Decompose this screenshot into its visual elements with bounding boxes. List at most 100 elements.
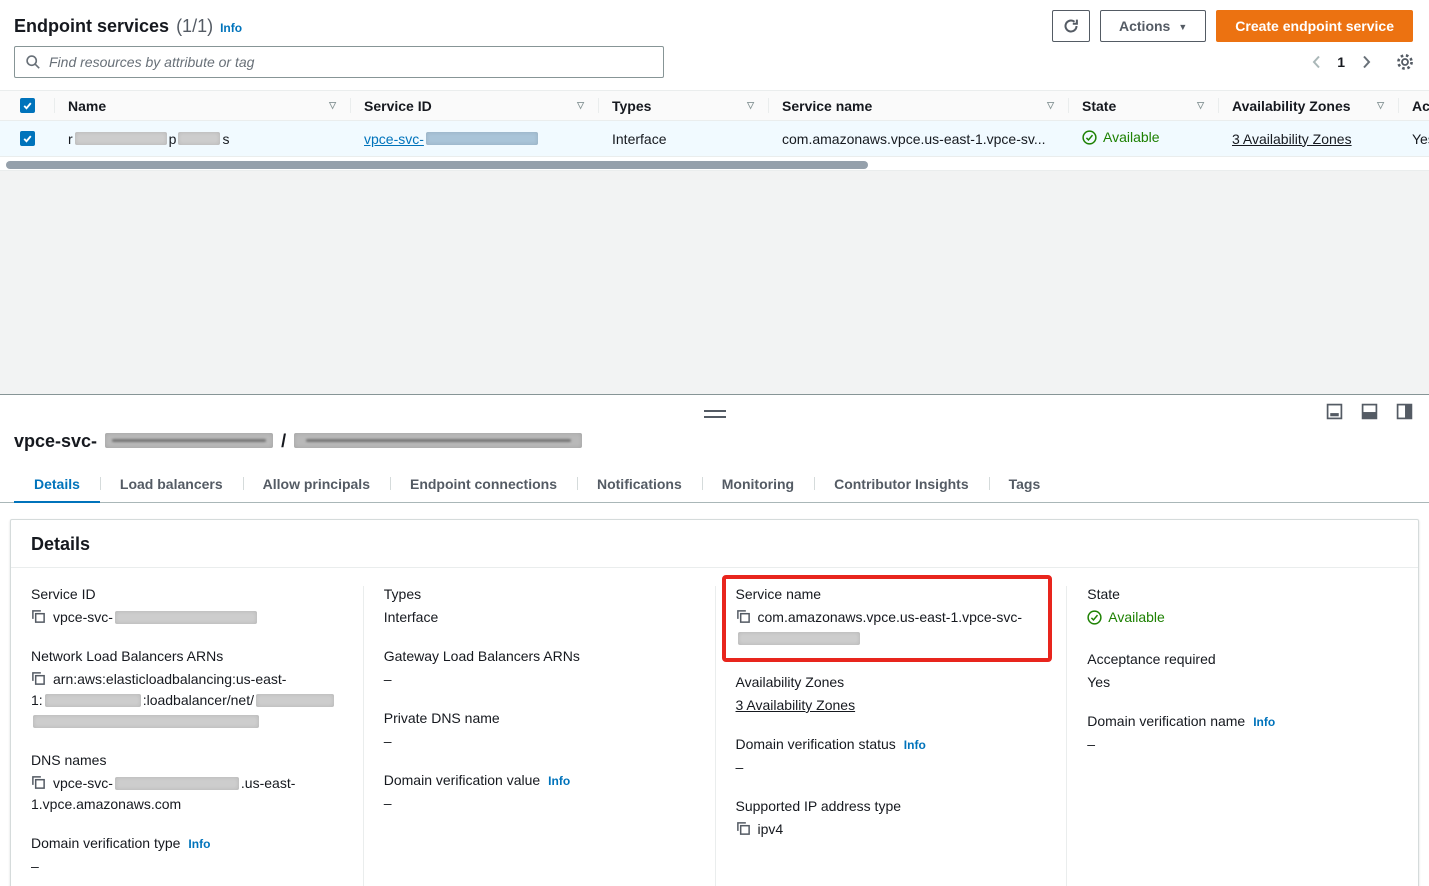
info-link[interactable]: Info xyxy=(548,774,570,788)
service-id-link[interactable]: vpce-svc- xyxy=(364,131,540,147)
check-circle-icon xyxy=(1087,610,1102,625)
column-header-availability-zones[interactable]: Availability Zones▽ xyxy=(1218,91,1398,120)
info-link[interactable]: Info xyxy=(220,21,242,35)
select-all-checkbox[interactable] xyxy=(20,98,35,113)
column-header-types[interactable]: Types▽ xyxy=(598,91,768,120)
horizontal-scrollbar[interactable] xyxy=(6,161,1423,170)
field-availability-zones: Availability Zones 3 Availability Zones xyxy=(736,674,1047,716)
info-link[interactable]: Info xyxy=(904,738,926,752)
row-select-cell xyxy=(0,131,54,146)
toolbar-row: 1 xyxy=(0,46,1429,90)
cell-state: Available xyxy=(1068,129,1218,148)
page-header: Endpoint services (1/1) Info Actions ▼ C… xyxy=(0,0,1429,46)
filter-icon: ▽ xyxy=(1377,100,1384,111)
copy-icon[interactable] xyxy=(31,671,46,686)
details-section-title: Details xyxy=(31,534,1398,555)
field-domain-verification-status: Domain verification status Info – xyxy=(736,736,1047,778)
table-row[interactable]: rps vpce-svc- Interface com.amazonaws.vp… xyxy=(0,121,1429,157)
info-link[interactable]: Info xyxy=(188,837,210,851)
cell-service-name: com.amazonaws.vpce.us-east-1.vpce-sv... xyxy=(768,131,1068,147)
split-panel-header xyxy=(0,395,1429,429)
column-header-acceptance[interactable]: Acceptance required xyxy=(1398,91,1429,120)
details-column-4: State Available Acceptance required xyxy=(1066,586,1418,886)
availability-zones-link[interactable]: 3 Availability Zones xyxy=(736,697,856,713)
chevron-down-icon: ▼ xyxy=(1178,22,1187,32)
tab-load-balancers[interactable]: Load balancers xyxy=(100,466,243,503)
create-endpoint-service-button[interactable]: Create endpoint service xyxy=(1216,10,1413,42)
info-link[interactable]: Info xyxy=(1253,715,1275,729)
cell-service-id: vpce-svc- xyxy=(350,131,598,147)
row-checkbox[interactable] xyxy=(20,131,35,146)
tab-notifications[interactable]: Notifications xyxy=(577,466,702,503)
panel-position-side-icon[interactable] xyxy=(1396,403,1413,420)
tab-allow-principals[interactable]: Allow principals xyxy=(243,466,390,503)
tab-endpoint-connections[interactable]: Endpoint connections xyxy=(390,466,577,503)
current-page[interactable]: 1 xyxy=(1329,54,1353,70)
redacted-text xyxy=(33,715,259,728)
details-column-1: Service ID vpce-svc- Network Load Balanc… xyxy=(11,586,363,886)
status-badge: Available xyxy=(1082,129,1160,145)
refresh-icon xyxy=(1063,18,1079,34)
redacted-text xyxy=(45,694,141,707)
redacted-text xyxy=(738,632,860,645)
table-header-row: Name▽ Service ID▽ Types▽ Service name▽ S… xyxy=(0,91,1429,121)
search-box[interactable] xyxy=(14,46,664,78)
field-service-name: Service name com.amazonaws.vpce.us-east-… xyxy=(736,586,1039,649)
field-state: State Available xyxy=(1087,586,1398,631)
settings-icon[interactable] xyxy=(1395,52,1415,72)
redacted-text xyxy=(75,132,167,145)
previous-page-button[interactable] xyxy=(1303,49,1329,75)
panel-half-bottom-icon[interactable] xyxy=(1361,403,1378,420)
field-domain-verification-value: Domain verification value Info – xyxy=(384,772,695,814)
check-circle-icon xyxy=(1082,130,1097,145)
pagination: 1 xyxy=(1303,49,1415,75)
redacted-text xyxy=(426,132,538,145)
details-column-2: Types Interface Gateway Load Balancers A… xyxy=(363,586,715,886)
next-page-button[interactable] xyxy=(1353,49,1379,75)
field-types: Types Interface xyxy=(384,586,695,628)
column-header-name[interactable]: Name▽ xyxy=(54,91,350,120)
actions-button-label: Actions xyxy=(1119,18,1170,34)
annotation-highlight: Service name com.amazonaws.vpce.us-east-… xyxy=(722,575,1053,662)
panel-position-bottom-icon[interactable] xyxy=(1326,403,1343,420)
field-domain-verification-name: Domain verification name Info – xyxy=(1087,713,1398,755)
scrollbar-thumb[interactable] xyxy=(6,161,868,169)
tab-monitoring[interactable]: Monitoring xyxy=(702,466,814,503)
split-panel: vpce-svc- / Details Load balancers Allow… xyxy=(0,394,1429,886)
search-input[interactable] xyxy=(49,54,653,70)
filter-icon: ▽ xyxy=(329,100,336,111)
filter-icon: ▽ xyxy=(1047,100,1054,111)
header-actions: Actions ▼ Create endpoint service xyxy=(1052,10,1413,42)
page-background xyxy=(0,170,1429,394)
page-title: Endpoint services (1/1) Info xyxy=(14,16,242,37)
redacted-text xyxy=(178,132,220,145)
redacted-text xyxy=(115,777,239,790)
actions-button[interactable]: Actions ▼ xyxy=(1100,10,1206,42)
tab-tags[interactable]: Tags xyxy=(989,466,1061,503)
copy-icon[interactable] xyxy=(31,609,46,624)
field-service-id: Service ID vpce-svc- xyxy=(31,586,343,628)
details-card: Details Service ID vpce-svc- Network Loa… xyxy=(10,519,1419,886)
field-acceptance-required: Acceptance required Yes xyxy=(1087,651,1398,693)
copy-icon[interactable] xyxy=(31,775,46,790)
field-private-dns-name: Private DNS name – xyxy=(384,710,695,752)
cell-availability-zones: 3 Availability Zones xyxy=(1218,131,1398,147)
refresh-button[interactable] xyxy=(1052,10,1090,42)
tab-details[interactable]: Details xyxy=(14,466,100,503)
tab-contributor-insights[interactable]: Contributor Insights xyxy=(814,466,989,503)
endpoint-services-table: Name▽ Service ID▽ Types▽ Service name▽ S… xyxy=(0,90,1429,157)
split-panel-drag-handle[interactable] xyxy=(704,410,726,418)
copy-icon[interactable] xyxy=(736,821,751,836)
page-title-text: Endpoint services xyxy=(14,16,169,37)
column-header-state[interactable]: State▽ xyxy=(1068,91,1218,120)
redacted-text xyxy=(256,694,334,707)
availability-zones-link[interactable]: 3 Availability Zones xyxy=(1232,131,1352,147)
copy-icon[interactable] xyxy=(736,609,751,624)
filter-icon: ▽ xyxy=(747,100,754,111)
column-header-service-id[interactable]: Service ID▽ xyxy=(350,91,598,120)
column-header-service-name[interactable]: Service name▽ xyxy=(768,91,1068,120)
details-column-3: Service name com.amazonaws.vpce.us-east-… xyxy=(715,586,1067,886)
search-icon xyxy=(25,54,41,70)
cell-name: rps xyxy=(54,131,350,147)
details-card-header: Details xyxy=(11,520,1418,568)
